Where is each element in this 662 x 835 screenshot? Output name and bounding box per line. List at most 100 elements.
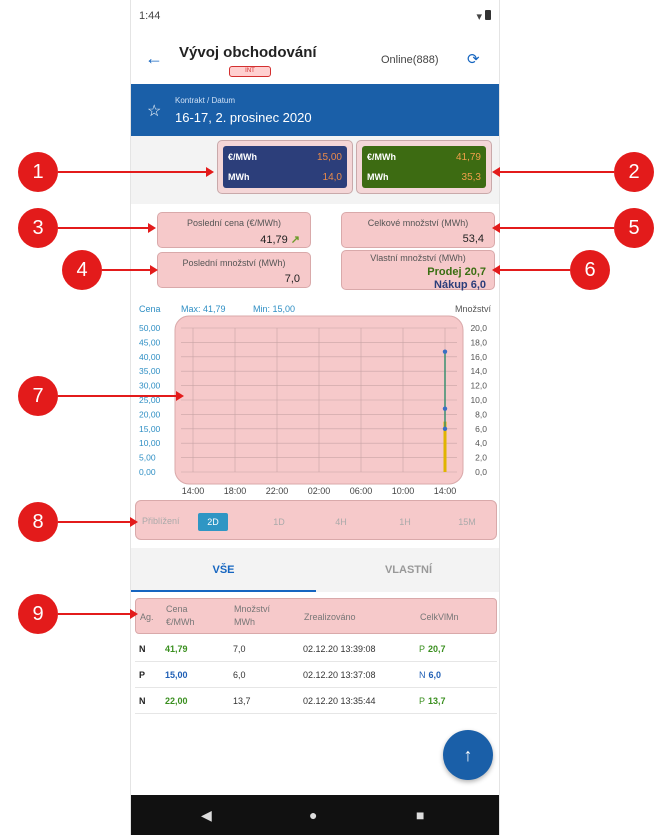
app-bar: ← Vývoj obchodování INT Online(888) ⟳ (131, 32, 499, 82)
header-cena: Cena (166, 604, 188, 614)
chart-right-axis-label: Množství (455, 304, 492, 314)
best-ask-box: €/MWh 41,79 MWh 35,3 (356, 140, 492, 194)
qty-tick-label: 20,0 (470, 323, 487, 333)
callout-3: 3 (18, 208, 58, 248)
bid-qty-label: MWh (228, 172, 250, 182)
price-tick-label: 15,00 (139, 424, 161, 434)
last-qty-card: Poslední množství (MWh) 7,0 (157, 252, 311, 288)
time-tick-label: 06:00 (350, 486, 373, 496)
table-row[interactable]: N 41,79 7,0 02.12.20 13:39:08 P 20,7 (135, 636, 497, 662)
cell-zrealizovano: 02.12.20 13:39:08 (303, 644, 376, 654)
callout-9: 9 (18, 594, 58, 634)
cell-celk-prefix: P (419, 696, 426, 706)
cell-cena: 15,00 (165, 670, 188, 680)
qty-tick-label: 8,0 (475, 409, 487, 419)
qty-tick-label: 18,0 (470, 337, 487, 347)
own-qty-card: Vlastní množství (MWh) Prodej 20,7 Nákup… (341, 250, 495, 291)
contract-value: 16-17, 2. prosinec 2020 (175, 110, 312, 125)
contract-header[interactable]: ☆ Kontrakt / Datum 16-17, 2. prosinec 20… (131, 84, 499, 136)
bid-price-value: 15,00 (316, 152, 342, 163)
price-point (442, 406, 448, 411)
cell-celk-value: 20,7 (428, 644, 446, 654)
header-cena-unit: €/MWh (166, 617, 195, 627)
ask-qty-value: 35,3 (461, 172, 481, 183)
time-tick-label: 14:00 (434, 486, 457, 496)
callout-8-arrow (58, 517, 138, 527)
qty-tick-label: 12,0 (470, 381, 487, 391)
price-chart[interactable]: Cena Max: 41,79 Min: 15,00 Množství 50,00 20,… (131, 300, 499, 500)
qty-tick-label: 6,0 (475, 424, 487, 434)
cell-ag: P (139, 670, 146, 680)
refresh-icon[interactable]: ⟳ (467, 50, 480, 68)
zoom-option-4h[interactable]: 4H (326, 513, 356, 531)
status-time: 1:44 (139, 10, 161, 22)
zoom-bar: Přiblížení 2D 1D 4H 1H 15M (135, 500, 497, 540)
zoom-option-15m[interactable]: 15M (452, 513, 482, 531)
header-zrealizovano: Zrealizováno (304, 612, 356, 622)
qty-tick-label: 0,0 (475, 467, 487, 477)
time-tick-label: 02:00 (308, 486, 331, 496)
nav-home-icon[interactable]: ● (309, 807, 317, 823)
cell-zrealizovano: 02.12.20 13:35:44 (303, 696, 376, 706)
last-price-label: Poslední cena (€/MWh) (186, 218, 282, 228)
nav-back-icon[interactable]: ◀ (201, 807, 212, 824)
favorite-star-icon[interactable]: ☆ (147, 101, 161, 121)
cell-celk-prefix: P (419, 644, 426, 654)
price-tick-label: 45,00 (139, 337, 161, 347)
callout-3-arrow (58, 223, 156, 233)
callout-4: 4 (62, 250, 102, 290)
callout-2: 2 (614, 152, 654, 192)
callout-6-arrow (492, 265, 570, 275)
tab-all[interactable]: VŠE (131, 548, 316, 592)
time-tick-label: 18:00 (224, 486, 247, 496)
header-mnozstvi: Množství (234, 604, 271, 614)
bid-qty-value: 14,0 (322, 172, 342, 183)
android-nav-bar: ◀ ● ■ (131, 795, 499, 835)
cell-ag: N (139, 696, 146, 706)
total-qty-card: Celkové množství (MWh) 53,4 (341, 212, 495, 248)
price-tick-label: 20,00 (139, 409, 161, 419)
bid-price-label: €/MWh (228, 152, 257, 162)
cell-celk: N 6,0 (419, 670, 441, 680)
cell-celk-value: 13,7 (428, 696, 446, 706)
table-row[interactable]: N 22,00 13,7 02.12.20 13:35:44 P 13,7 (135, 688, 497, 714)
scroll-top-button[interactable]: ↑ (443, 730, 493, 780)
callout-5: 5 (614, 208, 654, 248)
cell-mnozstvi: 6,0 (233, 670, 246, 680)
cell-celk: P 20,7 (419, 644, 446, 654)
callout-5-arrow (492, 223, 614, 233)
qty-tick-label: 14,0 (470, 366, 487, 376)
price-tick-label: 10,00 (139, 438, 161, 448)
header-ag: Ag. (140, 612, 154, 622)
nav-recents-icon[interactable]: ■ (416, 807, 424, 823)
last-price-card: Poslední cena (€/MWh) 41,79 ↗ (157, 212, 311, 248)
zoom-option-2d[interactable]: 2D (198, 513, 228, 531)
cell-cena: 41,79 (165, 644, 188, 654)
last-qty-value: 7,0 (284, 273, 300, 285)
back-arrow-icon[interactable]: ← (145, 48, 163, 69)
qty-tick-label: 10,0 (470, 395, 487, 405)
chart-max-label: Max: 41,79 (181, 304, 226, 314)
tab-own[interactable]: VLASTNÍ (316, 548, 499, 592)
last-price-value: 41,79 ↗ (260, 234, 300, 246)
callout-2-arrow (492, 167, 614, 177)
chart-left-axis-label: Cena (139, 304, 161, 314)
cell-celk: P 13,7 (419, 696, 446, 706)
zoom-option-1d[interactable]: 1D (264, 513, 294, 531)
total-qty-value: 53,4 (462, 233, 484, 245)
qty-tick-label: 4,0 (475, 438, 487, 448)
ask-price-label: €/MWh (367, 152, 396, 162)
cell-zrealizovano: 02.12.20 13:37:08 (303, 670, 376, 680)
callout-6: 6 (570, 250, 610, 290)
cell-ag: N (139, 644, 146, 654)
own-buy-value: Nákup 6,0 (434, 279, 486, 291)
header-celk: CelkVlMn (420, 612, 459, 622)
ask-qty-label: MWh (367, 172, 389, 182)
zoom-option-1h[interactable]: 1H (390, 513, 420, 531)
price-tick-label: 0,00 (139, 467, 156, 477)
price-tick-label: 30,00 (139, 381, 161, 391)
time-tick-label: 14:00 (182, 486, 205, 496)
market-badge: INT (229, 66, 271, 77)
table-row[interactable]: P 15,00 6,0 02.12.20 13:37:08 N 6,0 (135, 662, 497, 688)
cell-celk-value: 6,0 (428, 670, 442, 680)
